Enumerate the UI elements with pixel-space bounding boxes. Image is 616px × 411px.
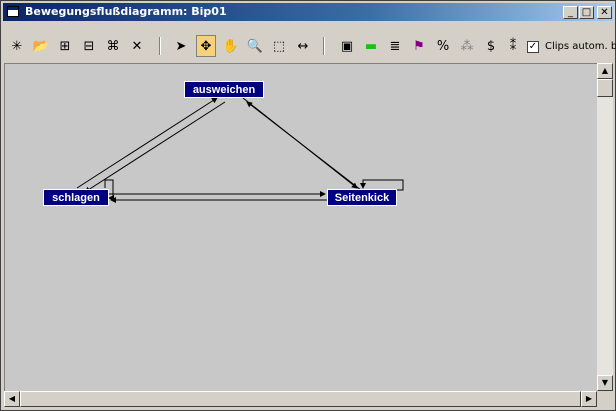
pan-hand-icon[interactable]: ✋ bbox=[221, 35, 241, 57]
toolbar-separator bbox=[323, 37, 325, 55]
flow-diagram-window: Bewegungsflußdiagramm: Bip01 _ □ ✕ ✳ 📂 ⊞… bbox=[0, 0, 616, 411]
insert-below-icon[interactable]: ⊟ bbox=[79, 35, 99, 57]
vertical-scroll-thumb[interactable] bbox=[597, 79, 613, 97]
arrow-ausweichen-schlagen bbox=[84, 101, 226, 193]
list-icon[interactable]: ≣ bbox=[385, 35, 405, 57]
insert-icon[interactable]: ⊞ bbox=[55, 35, 75, 57]
info-icon[interactable]: ⁑ bbox=[503, 35, 523, 57]
horizontal-scroll-thumb[interactable] bbox=[20, 391, 581, 407]
diagram-canvas[interactable]: ausweichen schlagen Seitenkick bbox=[4, 63, 598, 392]
state-node-seitenkick[interactable]: Seitenkick bbox=[327, 189, 397, 206]
toolbar-separator bbox=[159, 37, 161, 55]
open-icon[interactable]: 📂 bbox=[31, 35, 51, 57]
scroll-right-button[interactable]: ▶ bbox=[581, 391, 597, 407]
fit-width-icon[interactable]: ↔ bbox=[293, 35, 313, 57]
horizontal-scrollbar[interactable]: ◀ ▶ bbox=[4, 391, 597, 407]
minimize-button[interactable]: _ bbox=[563, 6, 578, 19]
random-icon[interactable]: ⁂ bbox=[457, 35, 477, 57]
clips-auto-checkbox[interactable]: ✓ bbox=[527, 41, 539, 53]
scroll-down-button[interactable]: ▼ bbox=[597, 375, 613, 391]
arrow-seitenkick-ausweichen bbox=[246, 101, 362, 191]
new-icon[interactable]: ✳ bbox=[7, 35, 27, 57]
zoom-region-icon[interactable]: ⬚ bbox=[269, 35, 289, 57]
flag-select-icon[interactable]: ⚑ bbox=[409, 35, 429, 57]
scroll-left-button[interactable]: ◀ bbox=[4, 391, 20, 407]
maximize-button[interactable]: □ bbox=[579, 6, 594, 19]
window-title: Bewegungsflußdiagramm: Bip01 bbox=[25, 5, 227, 18]
close-button[interactable]: ✕ bbox=[597, 6, 612, 19]
state-node-ausweichen[interactable]: ausweichen bbox=[184, 81, 264, 98]
title-bar[interactable]: Bewegungsflußdiagramm: Bip01 _ □ ✕ bbox=[3, 3, 613, 21]
script-icon[interactable]: ▣ bbox=[337, 35, 357, 57]
zoom-icon[interactable]: 🔍 bbox=[245, 35, 265, 57]
green-bar-icon[interactable]: ▬ bbox=[361, 35, 381, 57]
clips-auto-label: Clips autom. be bbox=[545, 41, 616, 52]
arrow-schlagen-ausweichen bbox=[76, 97, 218, 189]
vertical-scrollbar[interactable]: ▲ ▼ bbox=[597, 63, 613, 391]
state-node-schlagen[interactable]: schlagen bbox=[43, 189, 109, 206]
toolbar: ✳ 📂 ⊞ ⊟ ⌘ ✕ ➤ ✥ ✋ 🔍 ⬚ ↔ ▣ ▬ ≣ ⚑ % ⁂ $ ⁑ … bbox=[3, 33, 616, 59]
dollar-icon[interactable]: $ bbox=[481, 35, 501, 57]
transition-arrows bbox=[76, 97, 404, 203]
scrollbar-corner bbox=[597, 391, 613, 407]
cluster-icon[interactable]: ⌘ bbox=[103, 35, 123, 57]
select-arrow-icon[interactable]: ➤ bbox=[171, 35, 191, 57]
scroll-up-button[interactable]: ▲ bbox=[597, 63, 613, 79]
window-icon bbox=[7, 6, 19, 17]
delete-icon[interactable]: ✕ bbox=[127, 35, 147, 57]
move-icon[interactable]: ✥ bbox=[196, 35, 216, 57]
percent-icon[interactable]: % bbox=[433, 35, 453, 57]
